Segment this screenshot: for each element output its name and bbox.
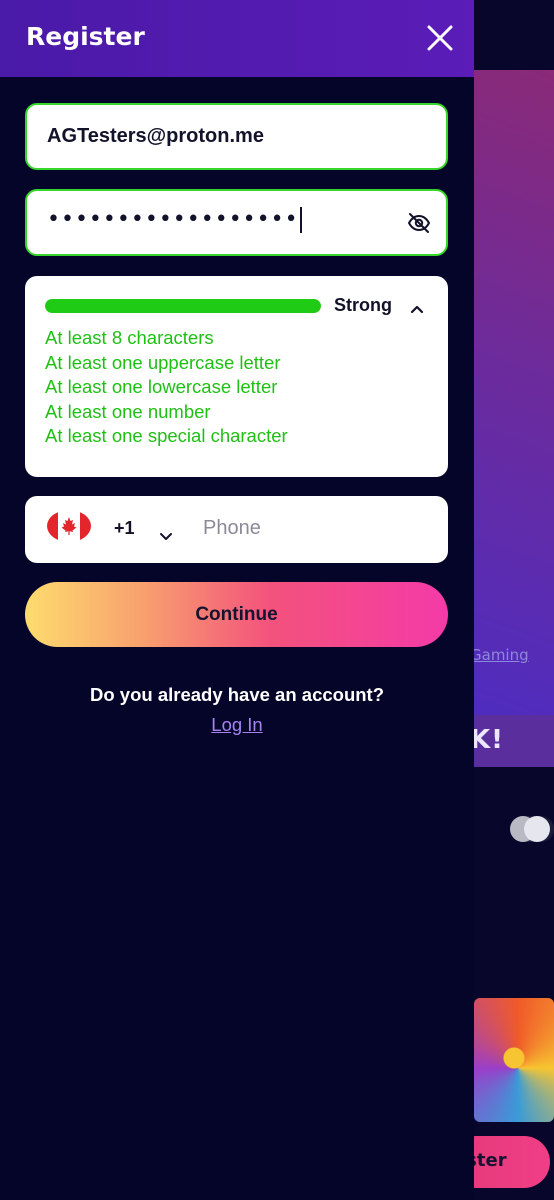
requirement-item: At least 8 characters [45, 327, 214, 348]
requirement-item: At least one special character [45, 425, 288, 446]
background-game-thumbnail[interactable] [474, 998, 554, 1122]
continue-button[interactable]: Continue [25, 582, 448, 647]
email-field[interactable]: AGTesters@proton.me [25, 103, 448, 170]
register-drawer: Register AGTesters@proton.me •••••••••••… [0, 0, 474, 1200]
chevron-down-icon [160, 533, 172, 540]
close-icon [427, 25, 453, 51]
eye-off-icon [408, 213, 430, 233]
email-value: AGTesters@proton.me [47, 125, 264, 147]
close-button[interactable] [424, 22, 456, 54]
existing-account-question: Do you already have an account? [89, 684, 385, 705]
drawer-title: Register [26, 22, 145, 51]
requirement-item: At least one uppercase letter [45, 351, 281, 373]
background-topbar [474, 0, 554, 70]
drawer-header: Register [0, 0, 474, 77]
phone-input[interactable] [203, 510, 423, 546]
continue-label: Continue [195, 603, 278, 625]
canada-flag-icon[interactable] [47, 510, 91, 542]
strength-label: Strong [334, 295, 392, 315]
background-hero-banner [474, 70, 554, 715]
password-strength-card: Strong At least 8 characters At least on… [25, 276, 448, 477]
background-page: Gaming K! ister [474, 0, 554, 1200]
strength-meter [45, 299, 321, 313]
background-promo-text: K! [474, 725, 505, 755]
password-mask: •••••••••••••••••• [47, 207, 299, 232]
chevron-up-icon [410, 305, 424, 314]
text-caret [299, 207, 302, 233]
password-field[interactable]: •••••••••••••••••• [25, 189, 448, 256]
background-toggle[interactable] [510, 816, 554, 842]
requirement-item: At least one lowercase letter [45, 376, 278, 397]
phone-field: +1 [25, 496, 448, 563]
requirement-item: At least one number [45, 400, 211, 422]
password-visibility-toggle[interactable] [407, 211, 431, 235]
password-value: •••••••••••••••••• [47, 207, 302, 233]
password-requirements-list: At least 8 characters At least one upper… [45, 326, 288, 449]
strength-meter-fill [45, 299, 321, 313]
country-code[interactable]: +1 [114, 518, 135, 539]
country-code-dropdown[interactable] [159, 526, 173, 540]
background-gaming-link[interactable]: Gaming [474, 646, 529, 664]
background-register-label: ister [474, 1150, 507, 1171]
strength-collapse-button[interactable] [409, 300, 425, 314]
login-link[interactable]: Log In [0, 714, 474, 736]
